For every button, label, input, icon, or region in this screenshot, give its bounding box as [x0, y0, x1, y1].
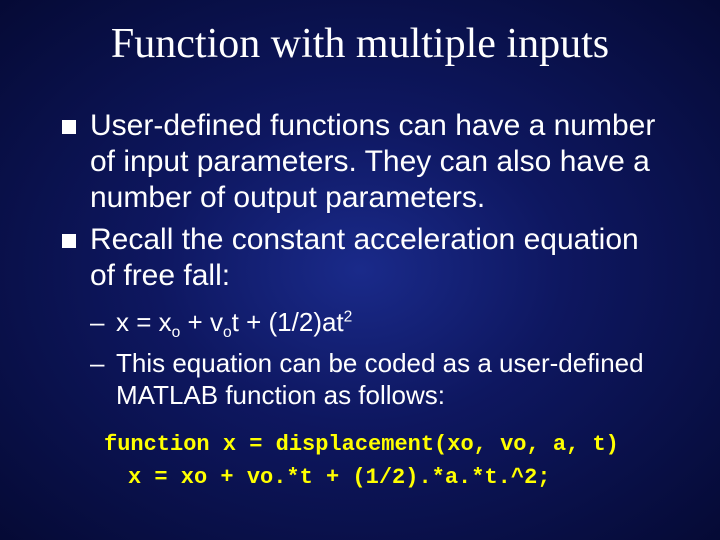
bullet-text: User-defined functions can have a number… [90, 109, 655, 214]
bullet-item: User-defined functions can have a number… [60, 108, 670, 216]
slide-content: User-defined functions can have a number… [0, 108, 720, 494]
slide-title: Function with multiple inputs [0, 20, 720, 68]
bullet-item: Recall the constant acceleration equatio… [60, 222, 670, 412]
sub-list: x = xo + vot + (1/2)at2 This equation ca… [90, 306, 670, 412]
equation-text: x = xo + vot + (1/2)at2 [116, 307, 352, 337]
sub-item-desc: This equation can be coded as a user-def… [90, 347, 670, 412]
bullet-text: Recall the constant acceleration equatio… [90, 223, 639, 292]
code-block: function x = displacement(xo, vo, a, t) … [104, 428, 670, 494]
code-line: x = xo + vo.*t + (1/2).*a.*t.^2; [104, 461, 670, 494]
slide: Function with multiple inputs User-defin… [0, 0, 720, 540]
bullet-list: User-defined functions can have a number… [60, 108, 670, 412]
sub-item-equation: x = xo + vot + (1/2)at2 [90, 306, 670, 343]
code-line: function x = displacement(xo, vo, a, t) [104, 428, 670, 461]
sub-text: This equation can be coded as a user-def… [116, 348, 644, 411]
